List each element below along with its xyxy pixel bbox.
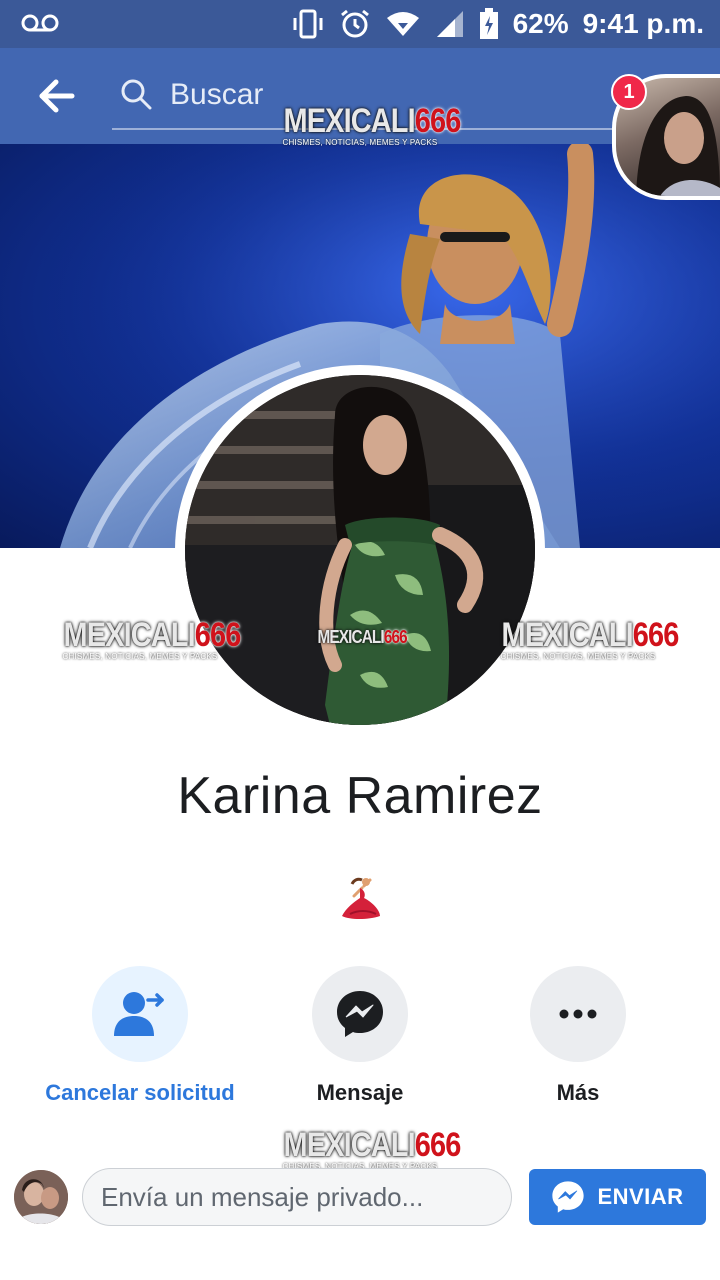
watermark-tagline: CHISMES, NOTICIAS, MEMES Y PACKS bbox=[62, 652, 218, 661]
send-button[interactable]: ENVIAR bbox=[529, 1169, 706, 1225]
cancel-request-circle[interactable] bbox=[92, 966, 188, 1062]
more-label: Más bbox=[556, 1080, 600, 1105]
search-input[interactable] bbox=[168, 74, 372, 116]
signal-icon bbox=[436, 11, 463, 37]
user-avatar bbox=[14, 1170, 68, 1224]
message-button[interactable]: Mensaje bbox=[240, 966, 480, 1106]
battery-percent: 62% bbox=[512, 8, 569, 39]
watermark-tagline: CHISMES, NOTICIAS, MEMES Y PACKS bbox=[500, 652, 656, 661]
more-circle[interactable] bbox=[530, 966, 626, 1062]
messenger-icon bbox=[552, 1181, 585, 1213]
dancer-emoji-icon bbox=[342, 877, 380, 919]
clock: 9:41 p.m. bbox=[582, 8, 704, 39]
messenger-icon bbox=[337, 991, 383, 1037]
wifi-icon bbox=[386, 12, 419, 36]
profile-name: Karina Ramirez bbox=[177, 767, 543, 825]
watermark-brand-b: 666 bbox=[632, 616, 680, 654]
battery-icon bbox=[479, 8, 498, 39]
message-circle[interactable] bbox=[312, 966, 408, 1062]
watermark-brand-a: MEXICALI bbox=[63, 616, 196, 654]
status-bar: 62% 9:41 p.m. bbox=[0, 0, 720, 48]
private-message-input[interactable] bbox=[82, 1168, 512, 1226]
search-bar[interactable] bbox=[112, 68, 612, 130]
send-label: ENVIAR bbox=[597, 1184, 684, 1209]
back-arrow-icon[interactable] bbox=[36, 78, 76, 114]
profile-image-art bbox=[185, 375, 535, 725]
message-label: Mensaje bbox=[316, 1080, 404, 1105]
cancel-request-label: Cancelar solicitud bbox=[45, 1080, 235, 1105]
more-icon bbox=[559, 1009, 597, 1019]
cancel-request-button[interactable]: Cancelar solicitud bbox=[20, 966, 260, 1106]
profile-image bbox=[185, 375, 535, 725]
watermark-bottom: MEXICALI666 CHISMES, NOTICIAS, MEMES Y P… bbox=[270, 1126, 462, 1172]
user-avatar-image bbox=[14, 1170, 68, 1224]
search-icon bbox=[121, 79, 152, 110]
watermark-brand-b: 666 bbox=[414, 1126, 462, 1164]
profile-photo[interactable] bbox=[175, 365, 545, 735]
watermark-brand-a: MEXICALI bbox=[283, 1126, 416, 1164]
alarm-icon bbox=[340, 9, 369, 38]
cancel-request-icon bbox=[114, 992, 164, 1036]
more-button[interactable]: Más bbox=[458, 966, 698, 1106]
vibrate-icon bbox=[293, 9, 323, 39]
voicemail-icon bbox=[21, 14, 59, 32]
notification-badge[interactable]: 1 bbox=[611, 74, 647, 110]
